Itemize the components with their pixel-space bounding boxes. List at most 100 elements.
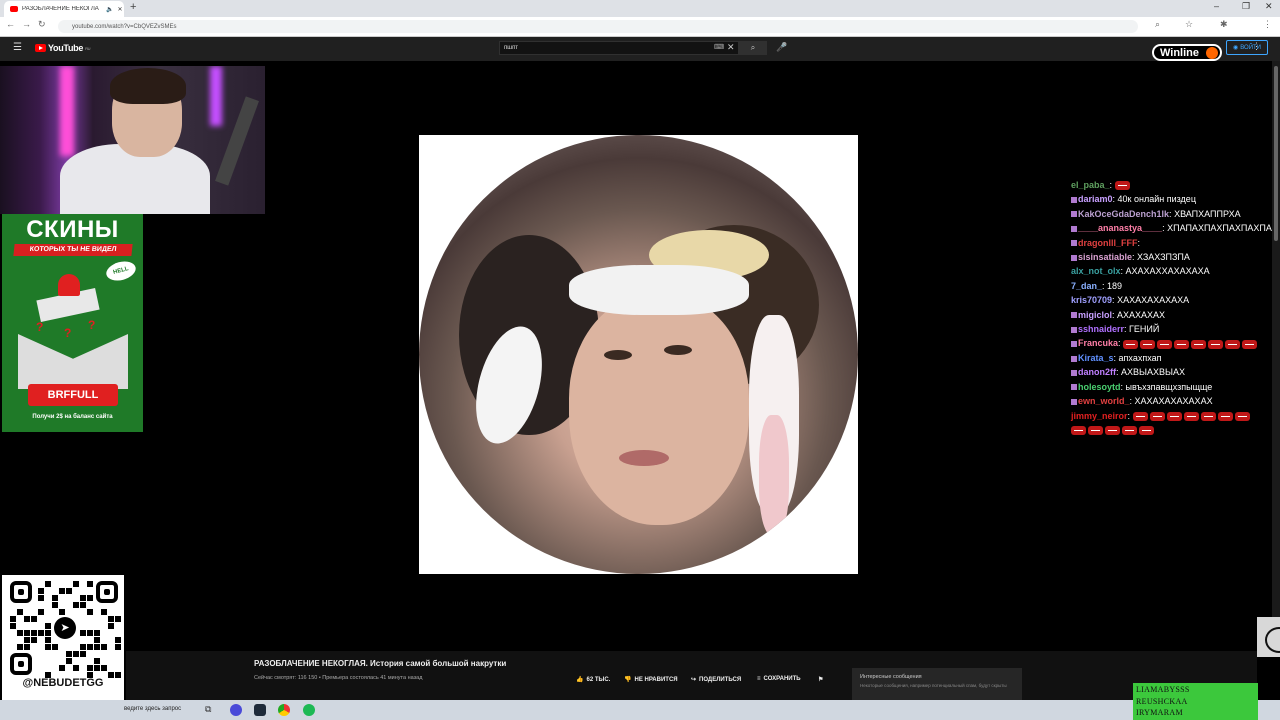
tab-close-icon[interactable]: ✕ xyxy=(117,6,122,13)
chat-text: ХАХАХАХАХАХА xyxy=(1117,295,1190,306)
forward-icon[interactable]: → xyxy=(22,19,31,29)
share-button[interactable]: ↪ ПОДЕЛИТЬСЯ xyxy=(691,676,741,684)
chat-emote-icon xyxy=(1200,411,1216,421)
chat-badge-icon xyxy=(1071,312,1077,319)
chat-emote-icon xyxy=(1191,339,1207,349)
minimize-icon[interactable]: – xyxy=(1214,1,1219,11)
scrollbar-thumb[interactable] xyxy=(1274,66,1278,241)
chat-text: ХВАПХАППРХА xyxy=(1174,208,1241,219)
chat-nick[interactable]: migiclol xyxy=(1078,310,1112,320)
chat-text: ХЗАХЗПЗПА xyxy=(1137,252,1190,263)
like-button[interactable]: 👍 62 ТЫС. xyxy=(576,676,610,684)
youtube-logo-text: YouTube xyxy=(48,43,84,53)
chat-message: sshnaiderr: ГЕНИЙ xyxy=(1071,322,1276,336)
sign-in-button[interactable]: ◉ ВОЙТИ xyxy=(1226,40,1268,55)
chat-nick[interactable]: el_paba_ xyxy=(1071,180,1110,190)
maximize-icon[interactable]: ❐ xyxy=(1242,1,1250,12)
chat-emote-icon xyxy=(1122,426,1137,436)
task-view-icon[interactable]: ⧉ xyxy=(205,704,217,716)
thumbs-up-icon: 👍 xyxy=(576,677,584,683)
app-icon-discord[interactable] xyxy=(230,704,242,716)
url-input[interactable]: youtube.com/watch?v=CbQVEZvSMEs xyxy=(58,20,1138,33)
chat-text: ывъхзпавщхзпыщще xyxy=(1125,381,1213,392)
chat-nick[interactable]: dariam0 xyxy=(1078,194,1113,204)
close-window-icon[interactable]: ✕ xyxy=(1265,1,1273,12)
taskbar-search-input[interactable]: ведите здесь запрос xyxy=(124,706,181,712)
qr-finder-icon xyxy=(10,653,32,675)
chat-nick[interactable]: alx_not_olx xyxy=(1071,266,1121,276)
tray-name-3: IRYMARAM xyxy=(1136,708,1183,717)
back-icon[interactable]: ← xyxy=(6,19,15,29)
dislike-label: НЕ НРАВИТСЯ xyxy=(634,676,678,683)
bookmark-star-icon[interactable]: ☆ xyxy=(1185,19,1193,30)
chat-emote-icon xyxy=(1166,411,1182,421)
chat-nick[interactable]: Kirata_s xyxy=(1078,353,1114,363)
chat-message: holesoytd: ывъхзпавщхзпыщще xyxy=(1071,380,1276,394)
chat-badge-icon xyxy=(1071,341,1077,348)
chat-message: dariam0: 40к онлайн пиздец xyxy=(1071,192,1276,206)
browser-tab[interactable]: РАЗОБЛАЧЕНИЕ НЕКОГЛА 🔈 ✕ xyxy=(4,1,124,17)
chrome-icon[interactable] xyxy=(278,704,290,716)
chat-badge-icon xyxy=(1071,211,1077,218)
video-frame-circle xyxy=(419,135,858,574)
report-flag-icon[interactable]: ⚑ xyxy=(818,676,823,683)
microphone-icon[interactable]: 🎤 xyxy=(776,42,787,53)
dislike-button[interactable]: 👎 НЕ НРАВИТСЯ xyxy=(624,676,678,684)
browser-menu-icon[interactable]: ⋮ xyxy=(1263,19,1272,30)
save-icon: ≡ xyxy=(757,676,761,682)
chat-badge-icon xyxy=(1071,369,1077,376)
skins-ad-banner: СКИНЫ КОТОРЫХ ТЫ НЕ ВИДЕЛ HELL ? ? ? BRF… xyxy=(2,214,143,432)
reload-icon[interactable]: ↻ xyxy=(38,19,46,30)
clear-search-icon[interactable]: ✕ xyxy=(727,42,735,53)
search-input[interactable]: пшпт xyxy=(499,41,739,55)
chat-message: sisinsatiable: ХЗАХЗПЗПА xyxy=(1071,250,1276,264)
ad-subline: КОТОРЫХ ТЫ НЕ ВИДЕЛ xyxy=(13,244,133,256)
promo-code-badge: BRFFULL xyxy=(28,384,118,406)
youtube-logo[interactable]: YouTube RU xyxy=(35,43,91,53)
telegram-qr-code: ➤ @NEBUDETGG xyxy=(2,575,124,701)
chat-nick[interactable]: holesoytd xyxy=(1078,382,1121,392)
keyboard-icon[interactable]: ⌨ xyxy=(714,43,724,51)
spotify-icon[interactable] xyxy=(303,704,315,716)
chat-emote-icon xyxy=(1208,339,1224,349)
chat-badge-icon xyxy=(1071,225,1077,232)
search-button[interactable]: ⌕ xyxy=(739,41,767,55)
chat-nick[interactable]: ____ananastya____ xyxy=(1078,223,1162,233)
chat-nick[interactable]: dragonlll_FFF xyxy=(1078,238,1138,248)
chat-nick[interactable]: KakOceGdaDench1lk xyxy=(1078,209,1169,219)
save-label: СОХРАНИТЬ xyxy=(763,676,801,682)
chat-nick[interactable]: ewn_world_ xyxy=(1078,396,1130,406)
winline-sponsor-logo: Winline xyxy=(1152,44,1222,61)
chat-nick[interactable]: sshnaiderr xyxy=(1078,324,1124,334)
tray-overlay: LIAMABYSSS REUSHCKAA IRYMARAM xyxy=(1133,683,1258,720)
chat-text: апхахпхап xyxy=(1118,352,1162,363)
tab-audio-icon[interactable]: 🔈 xyxy=(106,6,113,13)
tab-title: РАЗОБЛАЧЕНИЕ НЕКОГЛА xyxy=(22,6,99,12)
chat-nick[interactable]: Francuka xyxy=(1078,338,1118,348)
chat-nick[interactable]: kris70709 xyxy=(1071,295,1112,305)
chat-nick[interactable]: 7_dan_ xyxy=(1071,281,1102,291)
new-tab-button[interactable]: + xyxy=(130,1,136,13)
chat-message: KakOceGdaDench1lk: ХВАПХАППРХА xyxy=(1071,207,1276,221)
chat-nick[interactable]: jimmy_neiror xyxy=(1071,411,1128,421)
chat-message: Kirata_s: апхахпхап xyxy=(1071,351,1276,365)
app-icon-terminal[interactable] xyxy=(254,704,266,716)
chat-badge-icon xyxy=(1071,326,1077,333)
chat-message: 7_dan_: 189 xyxy=(1071,280,1123,291)
chat-badge-icon xyxy=(1071,254,1077,261)
chat-nick[interactable]: sisinsatiable xyxy=(1078,252,1132,262)
save-button[interactable]: ≡ СОХРАНИТЬ xyxy=(757,676,801,682)
video-player[interactable] xyxy=(419,135,858,574)
chat-badge-icon xyxy=(1071,398,1077,405)
extensions-icon[interactable]: ✱ xyxy=(1220,19,1228,30)
youtube-play-icon xyxy=(35,44,46,52)
youtube-favicon-icon xyxy=(10,6,18,12)
chat-message: jimmy_neiror: xyxy=(1071,409,1276,438)
qr-finder-icon xyxy=(10,581,32,603)
menu-icon[interactable]: ☰ xyxy=(13,42,22,53)
chat-message: alx_not_olx: АХАХАХХАХАХАХА xyxy=(1071,266,1210,277)
chat-nick[interactable]: danon2ff xyxy=(1078,367,1116,377)
zoom-icon[interactable]: ⌕ xyxy=(1155,19,1160,30)
interesting-title: Интересные сообщения xyxy=(860,674,922,680)
interesting-messages-panel[interactable]: Интересные сообщения Некоторые сообщения… xyxy=(852,668,1022,700)
